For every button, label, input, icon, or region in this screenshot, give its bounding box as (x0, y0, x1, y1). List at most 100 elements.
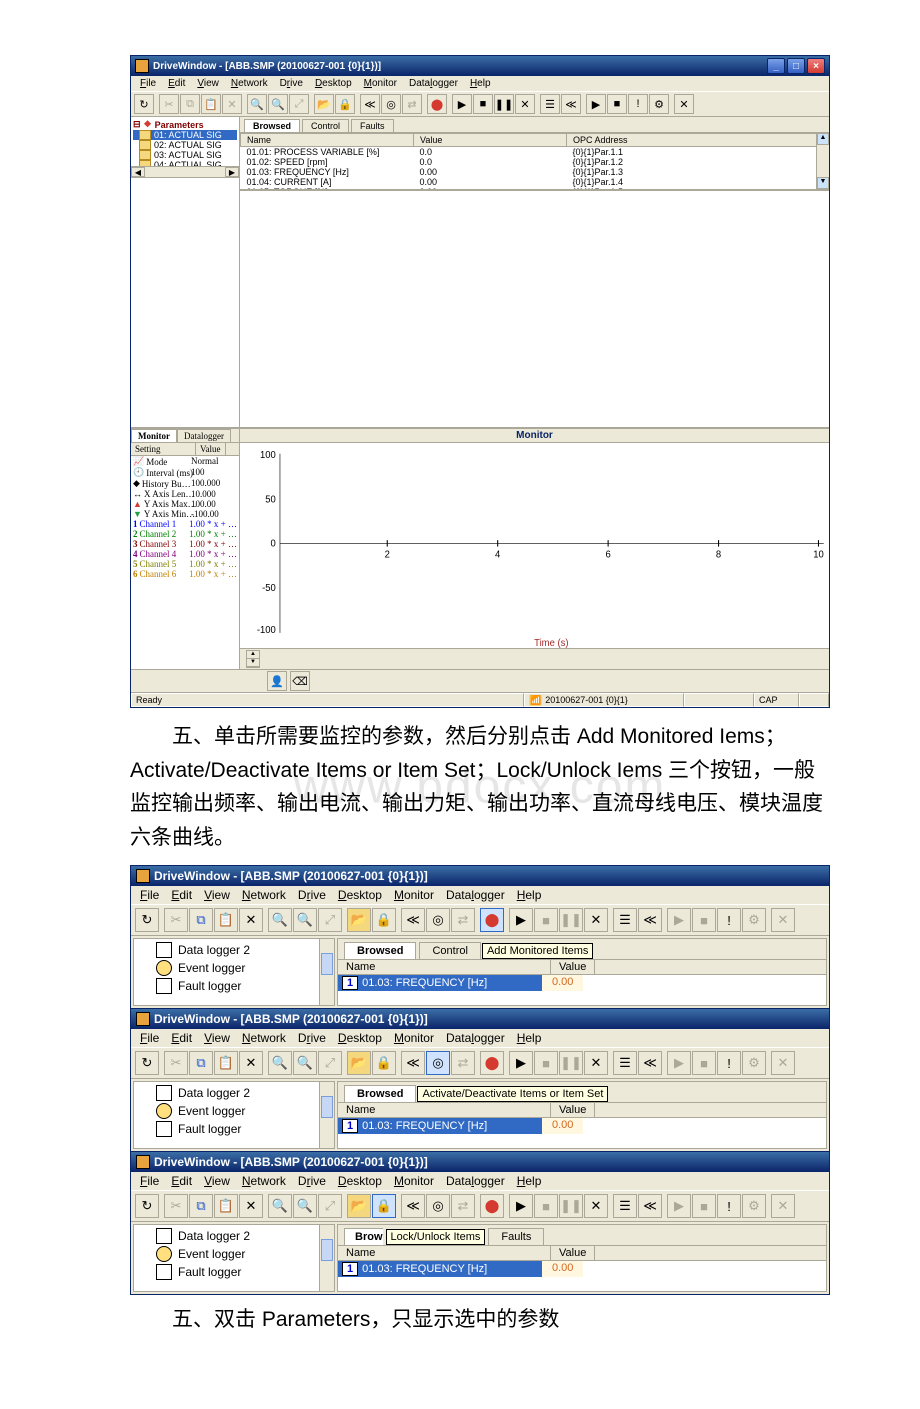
setting-row[interactable]: 🕘 Interval (ms)100 (131, 467, 239, 478)
user-icon[interactable]: 👤 (267, 671, 287, 691)
logger-scrollbar[interactable] (319, 939, 334, 1005)
menu-monitor[interactable]: Monitor (359, 77, 402, 90)
setting-row[interactable]: ▼ Y Axis Min…-100.00 (131, 509, 239, 519)
close2-icon[interactable]: ✕ (771, 908, 795, 932)
play2-icon[interactable]: ▶ (667, 908, 691, 932)
menu-datalogger[interactable]: Datalogger (441, 887, 510, 903)
menu-datalogger[interactable]: Datalogger (441, 1030, 510, 1046)
menu-help[interactable]: Help (512, 887, 547, 903)
refresh-icon[interactable]: ↻ (135, 908, 159, 932)
menu-monitor[interactable]: Monitor (389, 1173, 439, 1189)
close2-icon[interactable]: ✕ (771, 1051, 795, 1075)
alert-icon[interactable]: ! (717, 1194, 741, 1218)
paste-icon[interactable]: 📋 (214, 1194, 238, 1218)
open-icon[interactable]: 📂 (314, 94, 334, 114)
activate-deactivate-button[interactable]: ◎ (426, 1051, 450, 1075)
channel-6[interactable]: 6 Channel 61.00 * x + … (131, 569, 239, 579)
delete-icon[interactable]: ✕ (239, 1051, 263, 1075)
target-icon[interactable]: ◎ (381, 94, 401, 114)
scroll-up-icon[interactable]: ▲ (817, 133, 829, 145)
open-icon[interactable]: 📂 (347, 908, 371, 932)
col-value[interactable]: Value (551, 1103, 595, 1117)
logger-fault-logger[interactable]: Fault logger (134, 1120, 334, 1138)
open-icon[interactable]: 📂 (347, 1051, 371, 1075)
zoom-out-icon[interactable]: 🔍 (293, 908, 317, 932)
copy-icon[interactable]: ⧉ (189, 1051, 213, 1075)
record-icon[interactable]: ⬤ (427, 94, 447, 114)
grid-row[interactable]: 101.03: FREQUENCY [Hz] 0.00 (338, 975, 826, 991)
menu-file[interactable]: File (135, 1030, 164, 1046)
menu-view[interactable]: View (192, 77, 224, 90)
menu-file[interactable]: File (135, 1173, 164, 1189)
scroll-right-icon[interactable]: ▶ (225, 167, 239, 177)
rewind-icon[interactable]: ≪ (401, 1051, 425, 1075)
menu-help[interactable]: Help (465, 77, 496, 90)
monitor-plot[interactable]: 100 50 0 -50 -100 2 4 6 (240, 443, 829, 648)
rewind2-icon[interactable]: ≪ (638, 908, 662, 932)
menu-file[interactable]: File (135, 77, 161, 90)
clear-icon[interactable]: ✕ (584, 1051, 608, 1075)
col-name[interactable]: Name (241, 134, 414, 147)
zoom-in-icon[interactable]: 🔍 (268, 1194, 292, 1218)
titlebar[interactable]: DriveWindow - [ABB.SMP (20100627-001 {0}… (131, 1009, 829, 1029)
clear-icon[interactable]: ✕ (584, 1194, 608, 1218)
grid-row[interactable]: 01.01: PROCESS VARIABLE [%]0.0{0}{1}Par.… (241, 147, 829, 158)
pause-icon[interactable]: ❚❚ (559, 1194, 583, 1218)
logger-event-logger[interactable]: Event logger (134, 1245, 334, 1263)
refresh-icon[interactable]: ↻ (135, 1194, 159, 1218)
copy-icon[interactable]: ⧉ (189, 1194, 213, 1218)
col-opc-address[interactable]: OPC Address (567, 134, 829, 147)
tree-item[interactable]: 01: ACTUAL SIG (133, 130, 237, 140)
zoom-reset-icon[interactable]: ⤢ (318, 1194, 342, 1218)
logger-data-logger-2[interactable]: Data logger 2 (134, 1084, 334, 1102)
menu-help[interactable]: Help (512, 1173, 547, 1189)
tab-browsed[interactable]: Browsed (344, 942, 416, 959)
pause-icon[interactable]: ❚❚ (559, 1051, 583, 1075)
menu-drive[interactable]: Drive (293, 1173, 331, 1189)
rewind-icon[interactable]: ≪ (401, 908, 425, 932)
col-name[interactable]: Name (338, 1246, 551, 1260)
grid-v-scrollbar[interactable]: ▲ ▼ (816, 133, 829, 189)
delete-icon[interactable]: ✕ (239, 908, 263, 932)
zoom-in-icon[interactable]: 🔍 (268, 908, 292, 932)
y-spin[interactable]: ▲▼ (246, 650, 260, 668)
tree-root-parameters[interactable]: ⊟ ❖ Parameters (133, 119, 237, 130)
zoom-in-icon[interactable]: 🔍 (268, 1051, 292, 1075)
logger-event-logger[interactable]: Event logger (134, 959, 334, 977)
paste-icon[interactable]: 📋 (214, 1051, 238, 1075)
menu-drive[interactable]: Drive (293, 1030, 331, 1046)
close-button[interactable]: × (807, 58, 825, 74)
menu-datalogger[interactable]: Datalogger (404, 77, 463, 90)
settings-icon[interactable]: ⚙ (742, 908, 766, 932)
col-name[interactable]: Name (338, 1103, 551, 1117)
titlebar[interactable]: DriveWindow - [ABB.SMP (20100627-001 {0}… (131, 866, 829, 886)
tree-item[interactable]: 02: ACTUAL SIG (133, 140, 237, 150)
stop2-icon[interactable]: ■ (607, 94, 627, 114)
list-icon[interactable]: ☰ (613, 1194, 637, 1218)
link-icon[interactable]: ⇄ (451, 1194, 475, 1218)
play-icon[interactable]: ▶ (509, 1051, 533, 1075)
channel-1[interactable]: 1 Channel 11.00 * x + … (131, 519, 239, 529)
rewind2-icon[interactable]: ≪ (561, 94, 581, 114)
menu-monitor[interactable]: Monitor (389, 1030, 439, 1046)
alert-icon[interactable]: ! (717, 908, 741, 932)
settings-icon[interactable]: ⚙ (742, 1194, 766, 1218)
record-icon[interactable]: ⬤ (480, 1194, 504, 1218)
record-icon[interactable]: ⬤ (480, 1051, 504, 1075)
setting-row[interactable]: ↔ X Axis Len…10.000 (131, 489, 239, 499)
zoom-reset-icon[interactable]: ⤢ (318, 1051, 342, 1075)
menu-desktop[interactable]: Desktop (310, 77, 357, 90)
alert-icon[interactable]: ! (628, 94, 648, 114)
scroll-down-icon[interactable]: ▼ (817, 177, 829, 189)
target-icon[interactable]: ◎ (426, 1194, 450, 1218)
list-icon[interactable]: ☰ (613, 1051, 637, 1075)
grid-row[interactable]: 01.03: FREQUENCY [Hz]0.00{0}{1}Par.1.3 (241, 167, 829, 177)
menu-network[interactable]: Network (226, 77, 273, 90)
menu-desktop[interactable]: Desktop (333, 887, 387, 903)
grid-row[interactable]: 01.05: TORQUE [%]0.00{0}{1}Par.1.5 (241, 187, 829, 189)
stop2-icon[interactable]: ■ (692, 1051, 716, 1075)
open-icon[interactable]: 📂 (347, 1194, 371, 1218)
zoom-out-icon[interactable]: 🔍 (293, 1194, 317, 1218)
menu-edit[interactable]: Edit (163, 77, 190, 90)
play2-icon[interactable]: ▶ (667, 1194, 691, 1218)
